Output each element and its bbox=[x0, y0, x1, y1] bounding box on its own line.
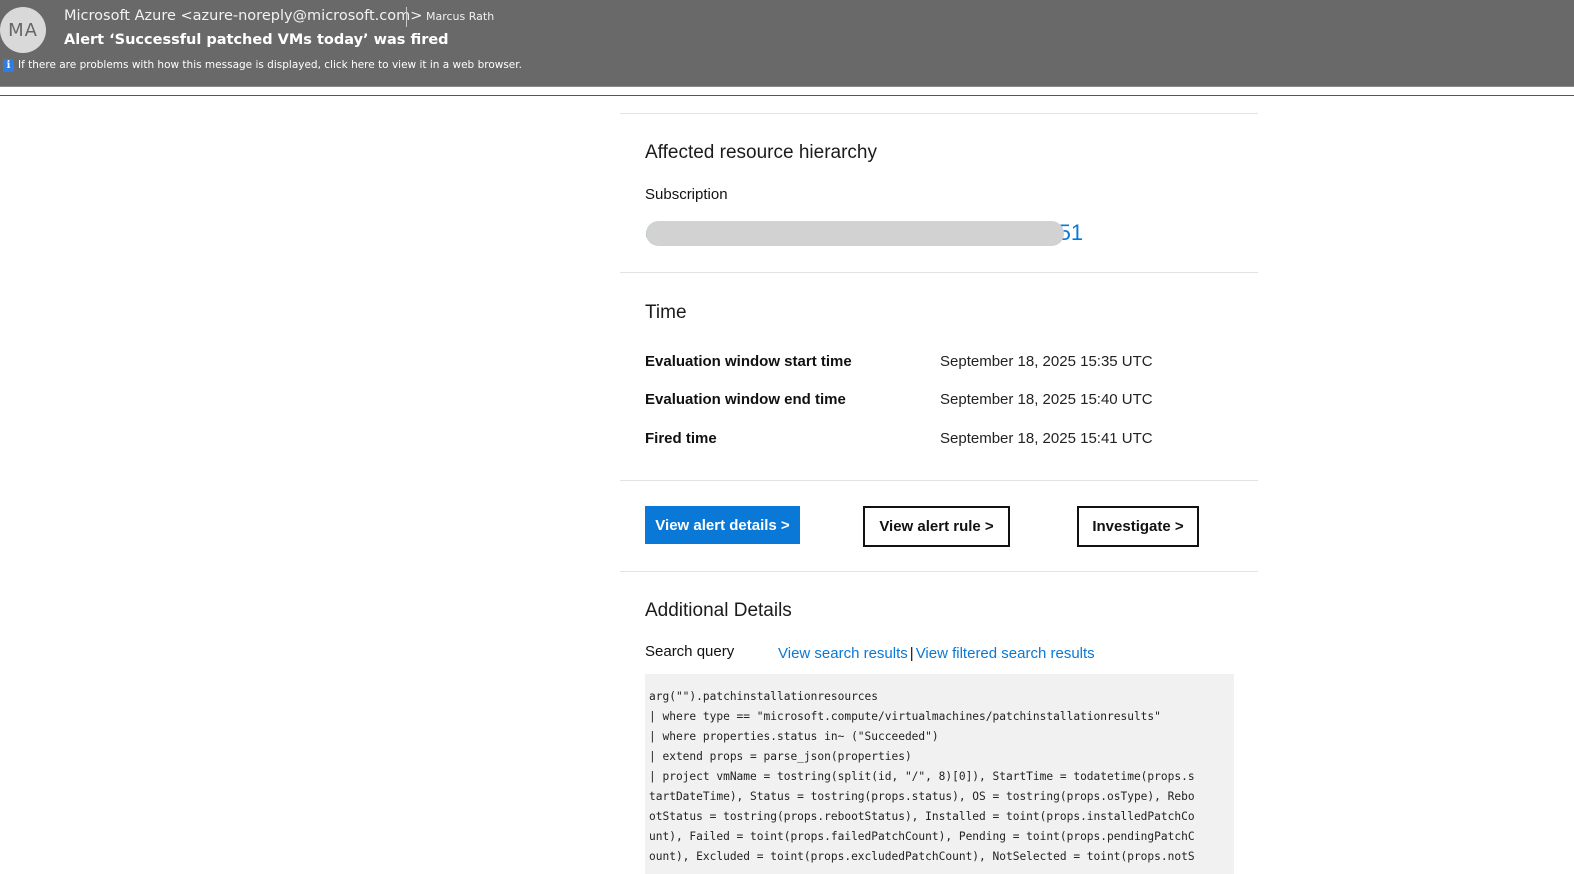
divider bbox=[620, 571, 1258, 572]
header-separator bbox=[0, 86, 1574, 96]
email-header: MA Microsoft Azure <azure-noreply@micros… bbox=[0, 0, 1574, 87]
query-line: otStatus = tostring(props.rebootStatus),… bbox=[649, 810, 1195, 823]
query-line: tartDateTime), Status = tostring(props.s… bbox=[649, 790, 1195, 803]
query-line: arg("").patchinstallationresources bbox=[649, 690, 879, 703]
redaction-overlay bbox=[646, 221, 1064, 246]
query-line: | where type == "microsoft.compute/virtu… bbox=[649, 710, 1161, 723]
end-time-value: September 18, 2025 15:40 UTC bbox=[940, 391, 1153, 408]
sender[interactable]: Microsoft Azure <azure-noreply@microsoft… bbox=[64, 8, 422, 24]
email-subject: Alert ‘Successful patched VMs today’ was… bbox=[64, 32, 449, 48]
header-divider bbox=[406, 7, 407, 27]
subscription-label: Subscription bbox=[645, 186, 728, 203]
view-alert-details-button[interactable]: View alert details > bbox=[645, 506, 800, 544]
view-alert-rule-button[interactable]: View alert rule > bbox=[863, 506, 1010, 547]
query-line: unt), Failed = toint(props.failedPatchCo… bbox=[649, 830, 1195, 843]
divider bbox=[620, 113, 1258, 114]
search-links: View search results | View filtered search… bbox=[778, 643, 1095, 662]
query-line: | project vmName = tostring(split(id, "/… bbox=[649, 770, 1195, 783]
query-line: ount), Excluded = toint(props.excludedPa… bbox=[649, 850, 1195, 863]
query-line: | extend props = parse_json(properties) bbox=[649, 750, 912, 763]
end-time-label: Evaluation window end time bbox=[645, 391, 846, 408]
start-time-label: Evaluation window start time bbox=[645, 353, 852, 370]
divider bbox=[620, 480, 1258, 481]
view-filtered-search-results-link[interactable]: View filtered search results bbox=[916, 645, 1095, 662]
fired-time-label: Fired time bbox=[645, 430, 717, 447]
section-title-resource-hierarchy: Affected resource hierarchy bbox=[645, 142, 877, 163]
section-title-time: Time bbox=[645, 302, 687, 323]
search-query-code-block: arg("").patchinstallationresources | whe… bbox=[645, 674, 1234, 874]
info-icon: i bbox=[3, 59, 14, 72]
divider bbox=[620, 272, 1258, 273]
recipient[interactable]: Marcus Rath bbox=[426, 10, 494, 23]
query-line: | where properties.status in~ ("Succeede… bbox=[649, 730, 939, 743]
search-query-label: Search query bbox=[645, 643, 735, 660]
link-separator: | bbox=[909, 645, 914, 662]
start-time-value: September 18, 2025 15:35 UTC bbox=[940, 353, 1153, 370]
view-search-results-link[interactable]: View search results bbox=[778, 645, 908, 662]
fired-time-value: September 18, 2025 15:41 UTC bbox=[940, 430, 1153, 447]
avatar[interactable]: MA bbox=[0, 7, 46, 53]
view-in-browser-link[interactable]: If there are problems with how this mess… bbox=[18, 59, 522, 71]
section-title-additional-details: Additional Details bbox=[645, 600, 792, 621]
investigate-button[interactable]: Investigate > bbox=[1077, 506, 1199, 547]
